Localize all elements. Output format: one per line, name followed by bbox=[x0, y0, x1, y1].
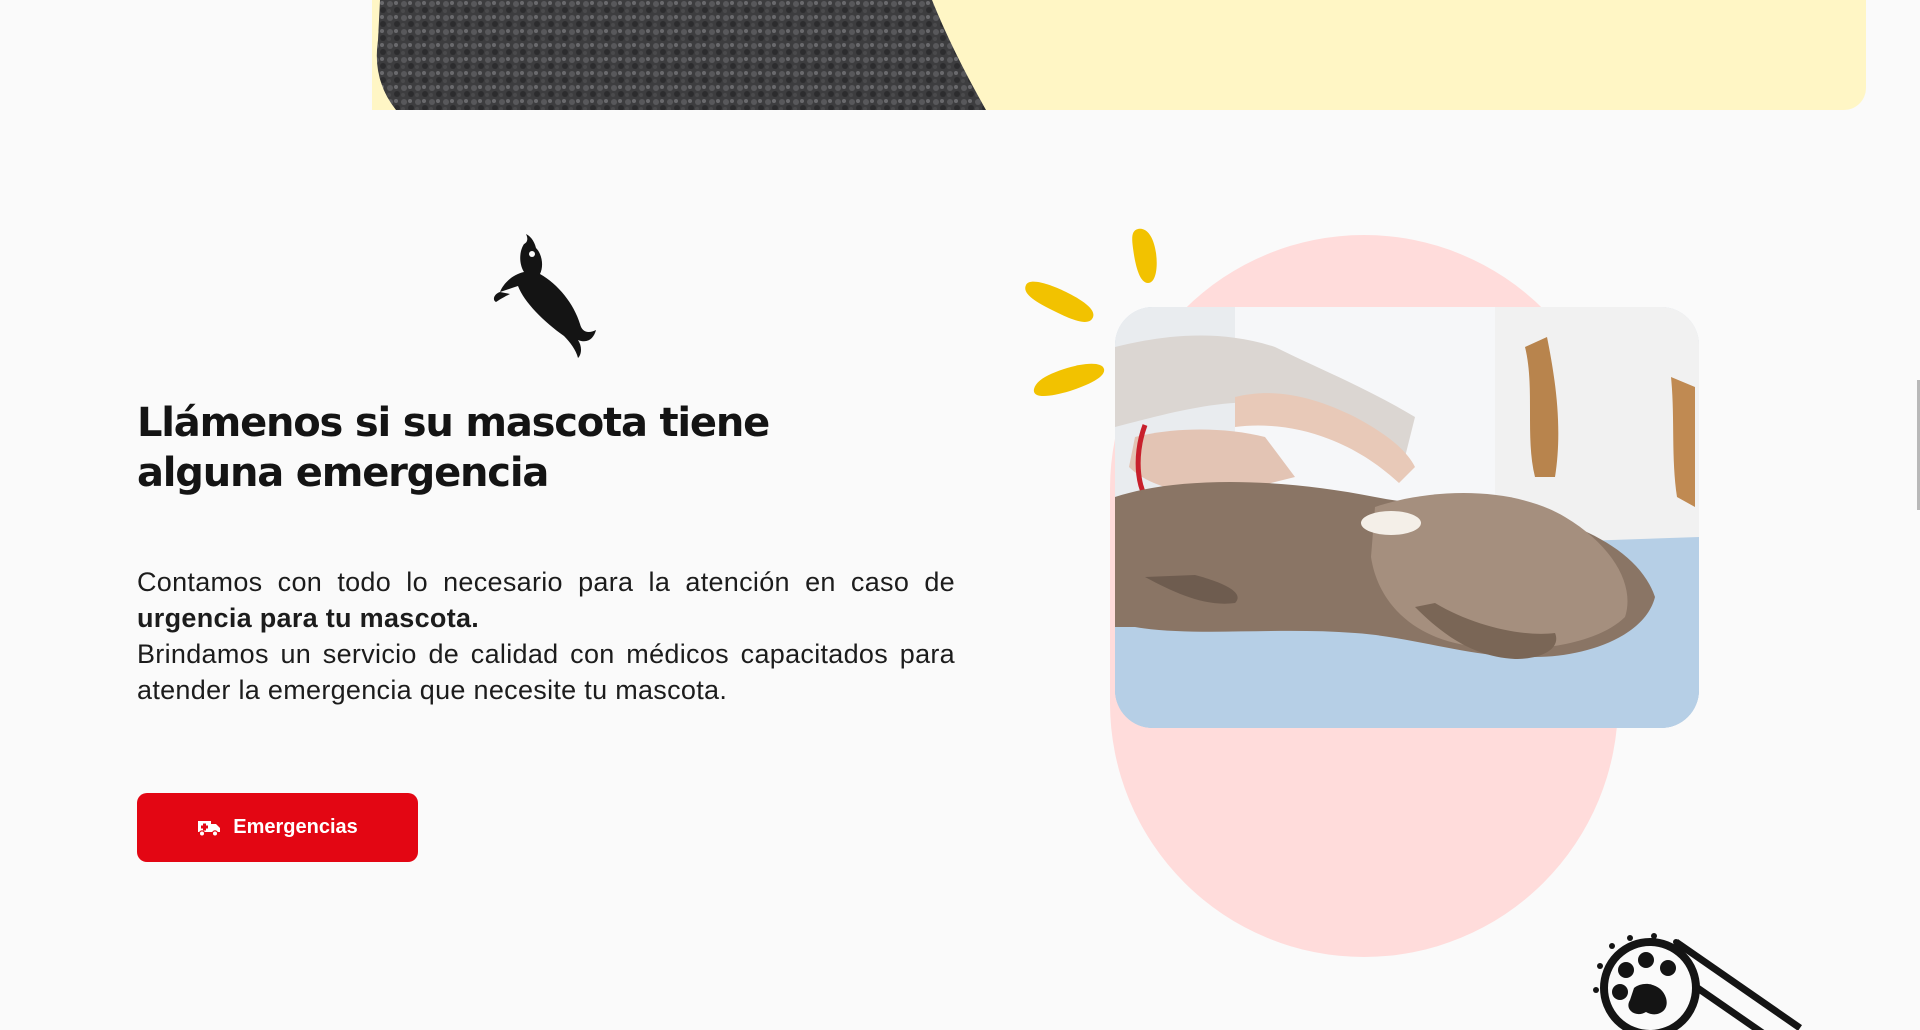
vet-puppy-photo bbox=[1115, 307, 1699, 728]
description-rest: Brindamos un servicio de calidad con méd… bbox=[137, 639, 955, 705]
paw-sign-icon bbox=[1593, 933, 1802, 1030]
description-intro: Contamos con todo lo necesario para la a… bbox=[137, 567, 955, 597]
dog-silhouette-icon bbox=[493, 234, 596, 358]
section-description: Contamos con todo lo necesario para la a… bbox=[137, 564, 955, 708]
emergency-button-label: Emergencias bbox=[233, 816, 358, 838]
emergency-button[interactable]: Emergencias bbox=[137, 793, 418, 862]
ambulance-icon bbox=[198, 820, 221, 837]
section-heading: Llámenos si su mascota tiene alguna emer… bbox=[137, 400, 770, 496]
page: Llámenos si su mascota tiene alguna emer… bbox=[0, 0, 1920, 1030]
poodle-image bbox=[372, 0, 988, 110]
description-highlight: urgencia para tu mascota. bbox=[137, 603, 480, 633]
